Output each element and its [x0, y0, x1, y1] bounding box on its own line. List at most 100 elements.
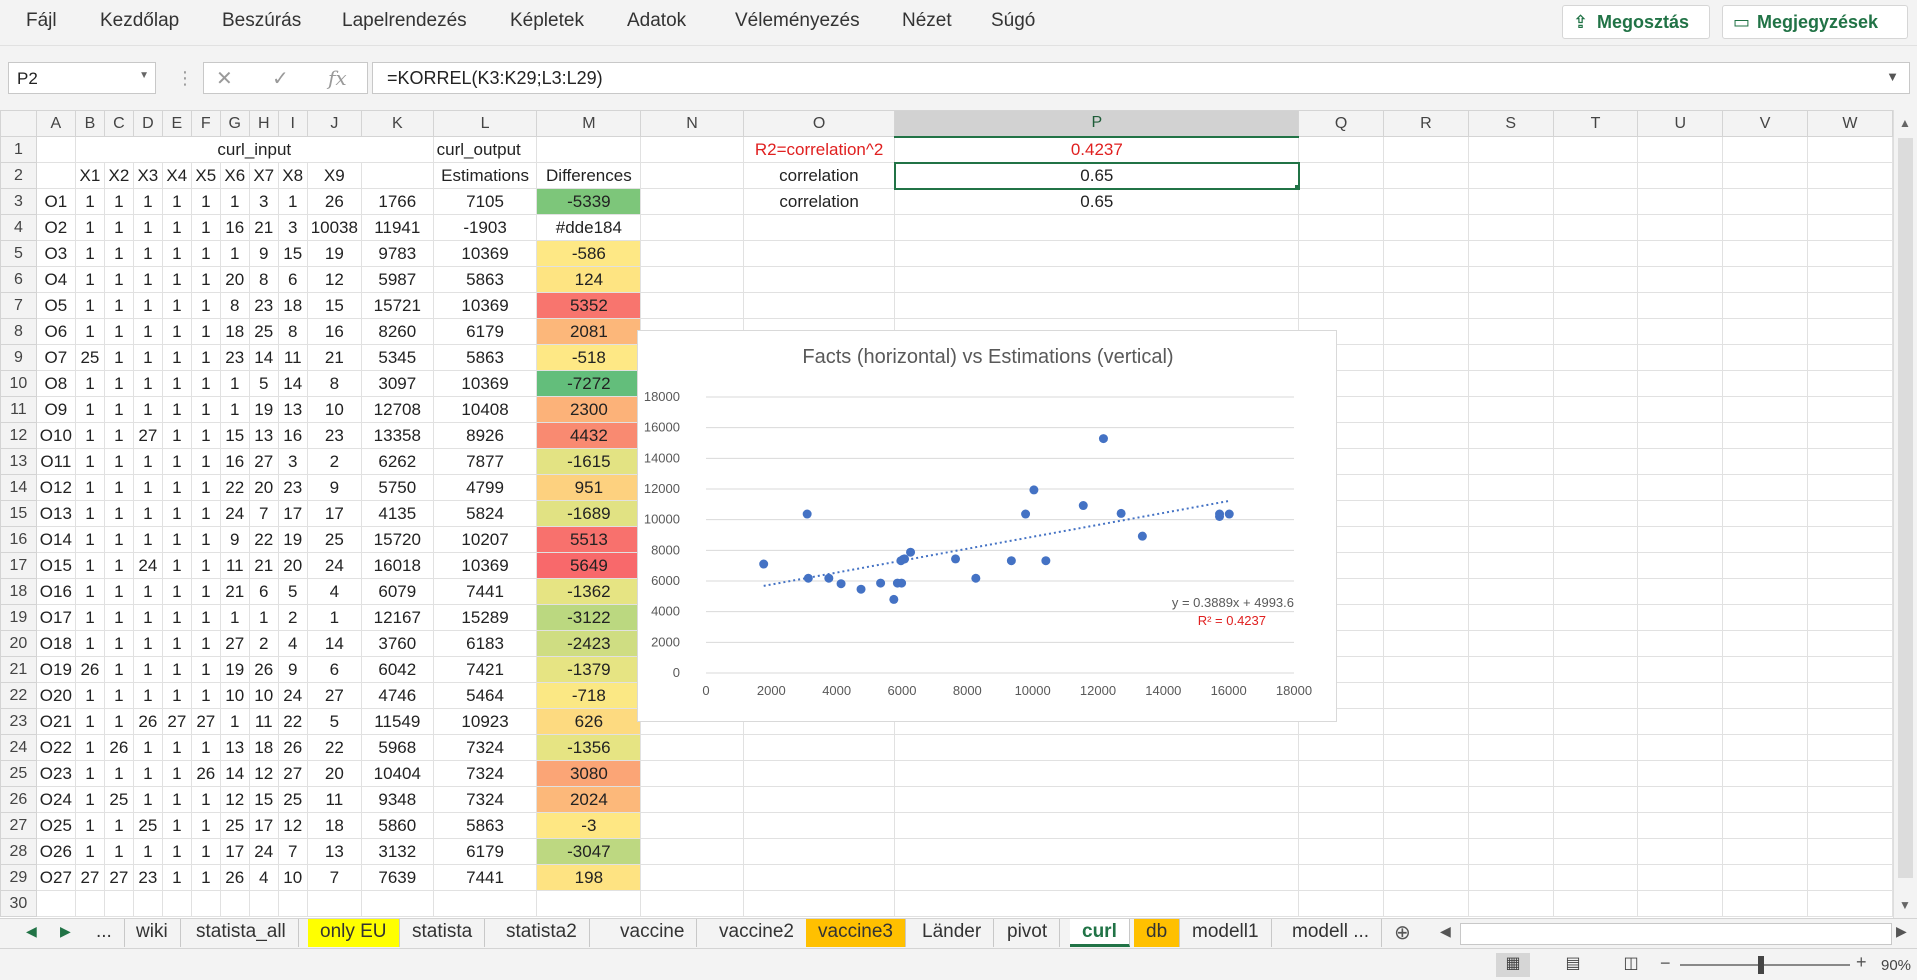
cell[interactable]: 27 — [74, 864, 105, 891]
cell[interactable]: 7 — [248, 500, 279, 527]
cell[interactable]: 23 — [306, 422, 362, 449]
cell[interactable] — [306, 890, 362, 917]
cell[interactable]: 1 — [190, 500, 221, 527]
difference-cell[interactable]: 5352 — [536, 292, 642, 319]
cell[interactable]: 1 — [74, 604, 105, 631]
cell[interactable] — [1806, 838, 1893, 865]
cell[interactable] — [1467, 162, 1554, 189]
cell[interactable]: O6 — [35, 318, 76, 345]
cell[interactable]: 5 — [306, 708, 362, 735]
cell[interactable]: 1 — [103, 578, 134, 605]
cell[interactable]: 22 — [248, 526, 279, 553]
cell[interactable]: 24 — [277, 682, 308, 709]
cell[interactable]: 1 — [219, 708, 250, 735]
cell[interactable]: 1 — [161, 604, 192, 631]
cell[interactable] — [1383, 188, 1469, 215]
cell[interactable] — [1722, 396, 1808, 423]
cell[interactable]: 25 — [248, 318, 279, 345]
cell[interactable] — [1552, 188, 1639, 215]
cell[interactable]: 1 — [103, 214, 134, 241]
cell[interactable]: O5 — [35, 292, 76, 319]
cell[interactable] — [1467, 266, 1554, 293]
cell[interactable]: O8 — [35, 370, 76, 397]
cell[interactable]: 27 — [132, 422, 163, 449]
cell[interactable]: 11549 — [360, 708, 434, 735]
difference-cell[interactable]: -718 — [536, 682, 642, 709]
cell[interactable]: 5860 — [360, 812, 434, 839]
cell[interactable] — [1806, 526, 1893, 553]
cell[interactable]: 6262 — [360, 448, 434, 475]
cell[interactable]: 1 — [132, 240, 163, 267]
cell[interactable]: 10 — [248, 682, 279, 709]
cell[interactable] — [1637, 708, 1724, 735]
cell[interactable]: 15721 — [360, 292, 434, 319]
cell[interactable] — [1637, 396, 1724, 423]
cell[interactable]: O23 — [35, 760, 76, 787]
cell[interactable]: 7877 — [432, 448, 538, 475]
cell[interactable]: 5464 — [432, 682, 538, 709]
cell[interactable] — [1552, 136, 1639, 163]
cell[interactable] — [894, 760, 1300, 787]
cell[interactable] — [1467, 214, 1554, 241]
column-header[interactable]: H — [248, 110, 279, 137]
cell[interactable]: 1 — [103, 266, 134, 293]
cell[interactable]: 1 — [74, 448, 105, 475]
difference-cell[interactable]: -7272 — [536, 370, 642, 397]
cell[interactable]: 5987 — [360, 266, 434, 293]
cell[interactable]: 13 — [277, 396, 308, 423]
cell[interactable]: 1 — [161, 266, 192, 293]
cell[interactable]: 1 — [190, 474, 221, 501]
cell[interactable] — [1637, 422, 1724, 449]
cell[interactable] — [1637, 188, 1724, 215]
cell[interactable]: 1 — [161, 656, 192, 683]
cell[interactable]: 1 — [161, 838, 192, 865]
cell[interactable] — [640, 136, 744, 163]
cell[interactable] — [1637, 682, 1724, 709]
cell[interactable] — [1467, 188, 1554, 215]
cell[interactable] — [742, 786, 896, 813]
cell[interactable]: 8926 — [432, 422, 538, 449]
cell[interactable] — [1552, 214, 1639, 241]
cell[interactable]: 1 — [161, 578, 192, 605]
cell[interactable]: O10 — [35, 422, 76, 449]
cell[interactable]: 12167 — [360, 604, 434, 631]
insert-function-icon[interactable]: fx — [328, 66, 347, 90]
cell[interactable] — [894, 786, 1300, 813]
sheet-tab[interactable]: vaccine — [608, 919, 698, 947]
cell[interactable]: 1 — [248, 604, 279, 631]
cell[interactable]: 3 — [248, 188, 279, 215]
menu-item[interactable]: Kezdőlap — [100, 10, 179, 32]
cell[interactable]: 1 — [103, 552, 134, 579]
cell[interactable] — [1383, 396, 1469, 423]
cell[interactable]: 1 — [74, 240, 105, 267]
cell[interactable]: O19 — [35, 656, 76, 683]
cell[interactable]: 1 — [219, 240, 250, 267]
cell[interactable]: 3097 — [360, 370, 434, 397]
cell[interactable]: 12708 — [360, 396, 434, 423]
cell[interactable]: 27 — [103, 864, 134, 891]
cell[interactable] — [1467, 448, 1554, 475]
cell[interactable]: 24 — [248, 838, 279, 865]
column-header[interactable]: F — [190, 110, 221, 137]
cell[interactable] — [1637, 526, 1724, 553]
sheet-tab[interactable]: only EU — [308, 919, 400, 947]
cell[interactable] — [1467, 786, 1554, 813]
cell[interactable]: 1 — [190, 266, 221, 293]
cell[interactable]: 18 — [277, 292, 308, 319]
cell[interactable]: O26 — [35, 838, 76, 865]
page-break-icon[interactable]: ◫ — [1614, 953, 1648, 977]
cell[interactable]: 1 — [132, 188, 163, 215]
cell[interactable] — [742, 292, 896, 319]
cell[interactable] — [1383, 344, 1469, 371]
column-header[interactable]: V — [1722, 110, 1808, 137]
cell[interactable]: 1 — [161, 760, 192, 787]
cell[interactable] — [1637, 136, 1724, 163]
cell[interactable] — [1722, 500, 1808, 527]
cell[interactable] — [1637, 370, 1724, 397]
cell[interactable] — [1722, 240, 1808, 267]
cell[interactable] — [1467, 838, 1554, 865]
cell[interactable] — [1806, 786, 1893, 813]
cell[interactable] — [1383, 656, 1469, 683]
cell[interactable]: 1 — [190, 734, 221, 761]
selected-cell-p2[interactable]: 0.65 — [893, 161, 1300, 190]
